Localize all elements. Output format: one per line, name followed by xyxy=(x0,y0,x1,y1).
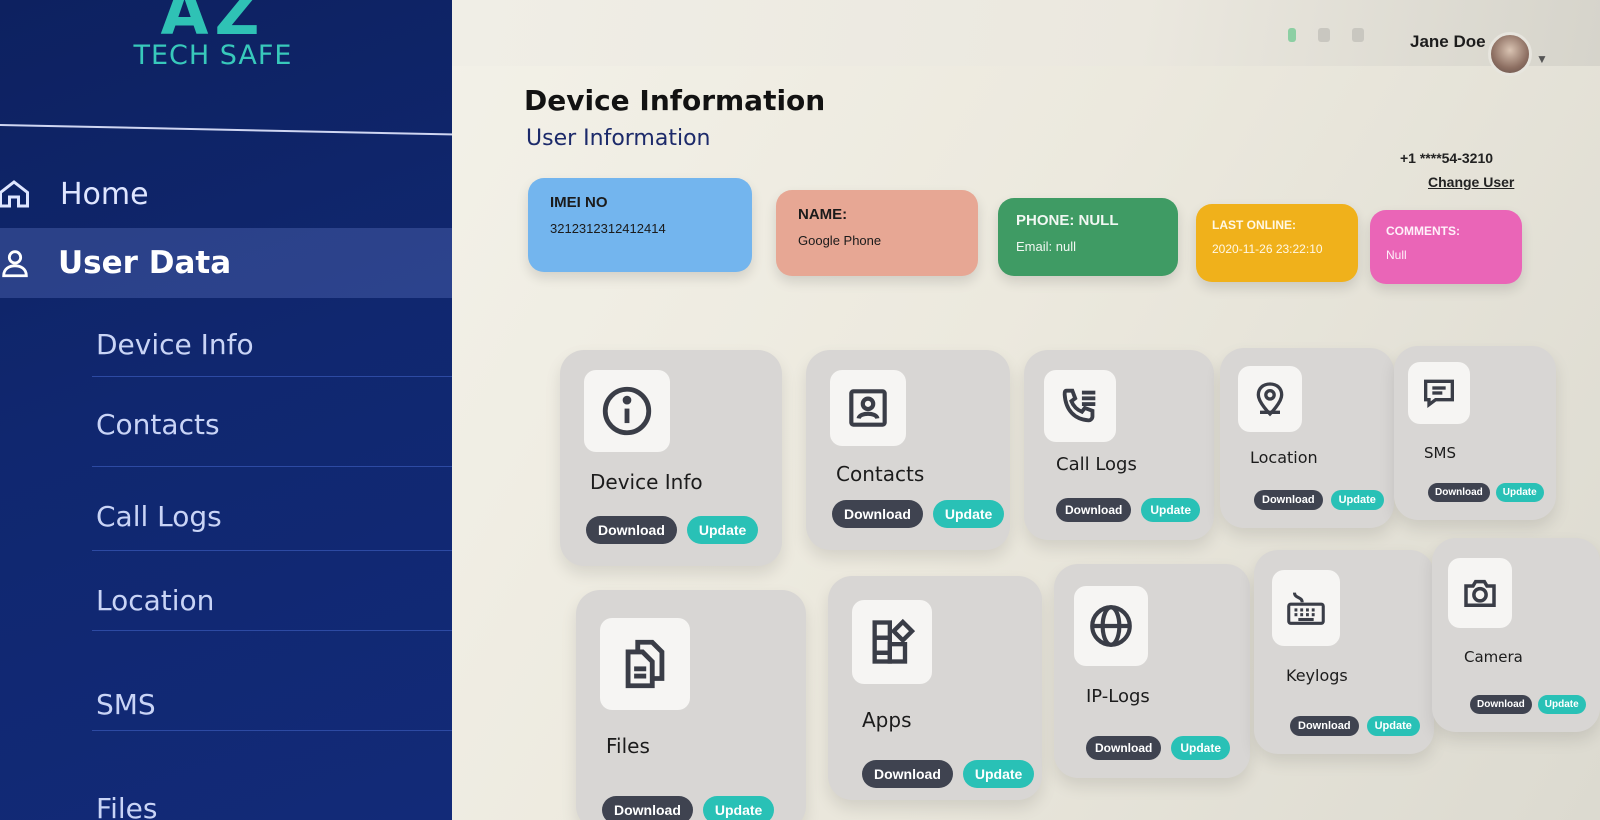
download-button[interactable]: Download xyxy=(1254,490,1323,510)
phone-label: PHONE: NULL xyxy=(1016,212,1119,229)
download-button[interactable]: Download xyxy=(832,500,923,528)
camera-icon xyxy=(1448,558,1512,628)
download-button[interactable]: Download xyxy=(1470,695,1532,714)
update-button[interactable]: Update xyxy=(962,760,1035,788)
user-icon xyxy=(0,246,32,280)
avatar[interactable] xyxy=(1488,32,1532,76)
sidebar-item-call-logs[interactable]: Call Logs xyxy=(96,476,470,556)
phone-card: PHONE: NULL Email: null xyxy=(998,198,1178,276)
sidebar-item-user-data-label: User Data xyxy=(58,245,232,281)
tile-title: Contacts xyxy=(836,462,925,486)
masked-phone-number: +1 ****54-3210 xyxy=(1400,150,1494,166)
location-pin-icon xyxy=(1238,366,1302,432)
info-icon xyxy=(584,370,670,452)
update-button[interactable]: Update xyxy=(1171,736,1230,760)
sidebar-item-home[interactable]: Home xyxy=(0,168,149,220)
brand-name: TECH SAFE xyxy=(133,40,293,71)
settings-icon[interactable] xyxy=(1352,28,1364,42)
sidebar-separator xyxy=(92,550,470,551)
page-subtitle: User Information xyxy=(526,126,711,151)
download-button[interactable]: Download xyxy=(862,760,953,788)
tile-title: Call Logs xyxy=(1056,454,1137,475)
tile-title: Apps xyxy=(862,708,912,732)
microphone-icon[interactable] xyxy=(1288,28,1296,42)
email-value: Email: null xyxy=(1016,239,1076,254)
apps-icon xyxy=(852,600,932,684)
tile-device-info[interactable]: Device Info Download Update xyxy=(560,350,782,566)
download-button[interactable]: Download xyxy=(1428,483,1490,502)
message-icon xyxy=(1408,362,1470,424)
change-user-link[interactable]: Change User xyxy=(1428,174,1514,190)
download-button[interactable]: Download xyxy=(1056,498,1132,522)
name-card: NAME: Google Phone xyxy=(776,190,978,276)
tile-title: SMS xyxy=(1424,444,1456,462)
tile-contacts[interactable]: Contacts Download Update xyxy=(806,350,1010,550)
notification-icon[interactable] xyxy=(1318,28,1330,42)
name-label: NAME: xyxy=(798,206,848,223)
tile-title: Files xyxy=(606,734,650,758)
tile-camera[interactable]: Camera Download Update xyxy=(1432,538,1600,732)
sidebar-item-device-info[interactable]: Device Info xyxy=(96,304,470,384)
last-online-card: LAST ONLINE: 2020-11-26 23:22:10 xyxy=(1196,204,1358,282)
sidebar-item-files[interactable]: Files xyxy=(96,768,470,820)
download-button[interactable]: Download xyxy=(586,516,677,544)
brand-logo: AZ TECH SAFE xyxy=(128,0,298,71)
imei-card: IMEI NO 3212312312412414 xyxy=(528,178,752,272)
tile-call-logs[interactable]: Call Logs Download Update xyxy=(1024,350,1214,540)
tile-ip-logs[interactable]: IP-Logs Download Update xyxy=(1054,564,1250,778)
sidebar-item-location[interactable]: Location xyxy=(96,560,470,640)
tile-files[interactable]: Files Download Update xyxy=(576,590,806,820)
page-title: Device Information xyxy=(524,84,826,117)
update-button[interactable]: Update xyxy=(932,500,1005,528)
tile-sms[interactable]: SMS Download Update xyxy=(1394,346,1556,520)
globe-icon xyxy=(1074,586,1148,666)
chevron-down-icon[interactable]: ▼ xyxy=(1536,52,1548,66)
download-button[interactable]: Download xyxy=(1086,736,1162,760)
sidebar: AZ TECH SAFE Home User Data Device Info … xyxy=(0,0,470,820)
update-button[interactable]: Update xyxy=(702,796,775,820)
sidebar-item-home-label: Home xyxy=(60,176,149,212)
comments-label: COMMENTS: xyxy=(1386,224,1460,238)
imei-value: 3212312312412414 xyxy=(550,221,666,236)
tile-title: Keylogs xyxy=(1286,666,1348,685)
tile-location[interactable]: Location Download Update xyxy=(1220,348,1394,528)
sidebar-separator xyxy=(92,376,470,377)
home-icon xyxy=(0,176,32,212)
tile-title: Device Info xyxy=(590,470,703,494)
tile-apps[interactable]: Apps Download Update xyxy=(828,576,1042,800)
tile-title: Camera xyxy=(1464,648,1523,666)
call-log-icon xyxy=(1044,370,1116,442)
tile-keylogs[interactable]: Keylogs Download Update xyxy=(1254,550,1434,754)
sidebar-divider xyxy=(0,124,462,136)
update-button[interactable]: Update xyxy=(686,516,759,544)
last-online-value: 2020-11-26 23:22:10 xyxy=(1212,242,1323,256)
comments-value: Null xyxy=(1386,248,1407,262)
user-name[interactable]: Jane Doe xyxy=(1410,32,1486,52)
name-value: Google Phone xyxy=(798,233,882,248)
update-button[interactable]: Update xyxy=(1366,716,1420,736)
last-online-label: LAST ONLINE: xyxy=(1212,218,1296,232)
sidebar-item-contacts[interactable]: Contacts xyxy=(96,384,470,464)
sidebar-separator xyxy=(92,630,470,631)
top-status-icons xyxy=(1288,28,1364,42)
sidebar-item-user-data[interactable]: User Data xyxy=(0,228,462,298)
tile-title: IP-Logs xyxy=(1086,686,1150,707)
files-icon xyxy=(600,618,690,710)
sidebar-item-sms[interactable]: SMS xyxy=(96,664,470,744)
tile-title: Location xyxy=(1250,448,1318,467)
update-button[interactable]: Update xyxy=(1330,490,1384,510)
brand-mark: AZ xyxy=(160,0,266,49)
imei-label: IMEI NO xyxy=(550,194,608,211)
contact-card-icon xyxy=(830,370,906,446)
update-button[interactable]: Update xyxy=(1537,695,1586,714)
keyboard-icon xyxy=(1272,570,1340,646)
sidebar-separator xyxy=(92,730,470,731)
sidebar-separator xyxy=(92,466,470,467)
update-button[interactable]: Update xyxy=(1495,483,1544,502)
download-button[interactable]: Download xyxy=(1290,716,1359,736)
update-button[interactable]: Update xyxy=(1141,498,1200,522)
download-button[interactable]: Download xyxy=(602,796,693,820)
comments-card: COMMENTS: Null xyxy=(1370,210,1522,284)
